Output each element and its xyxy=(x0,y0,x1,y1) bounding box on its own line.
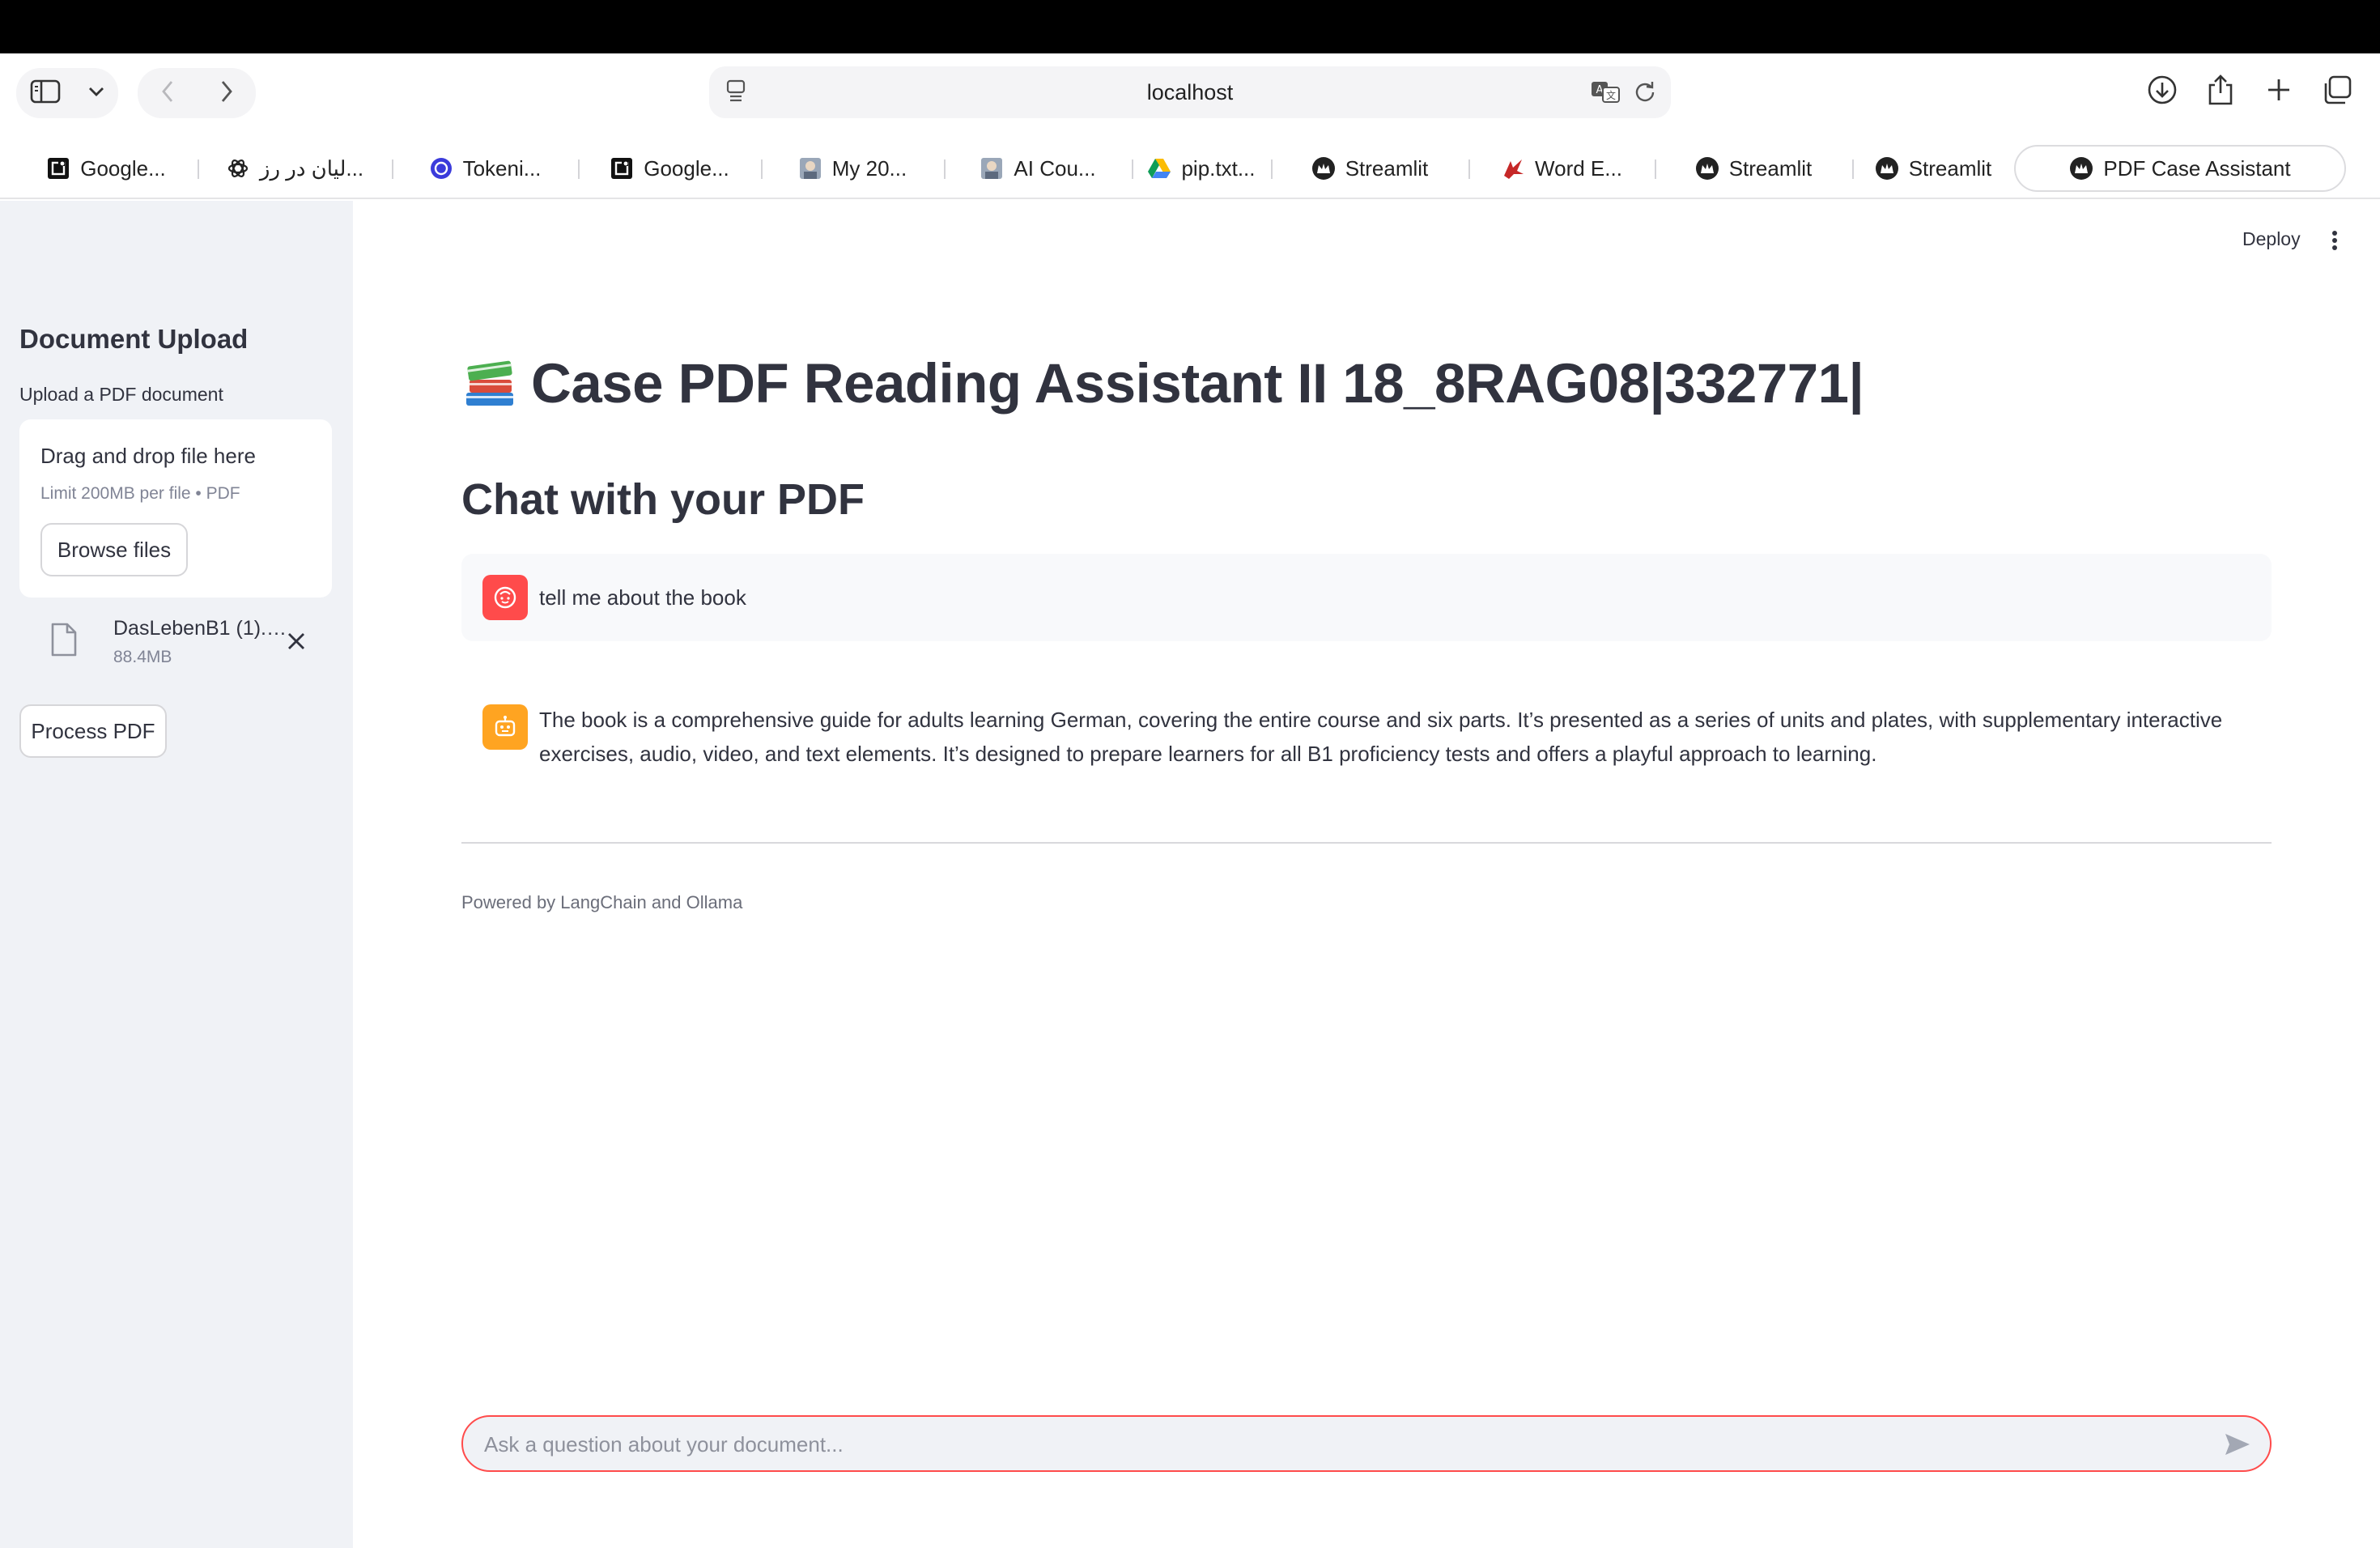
tab-overview-icon[interactable] xyxy=(2318,71,2356,108)
tab-label: Streamlit xyxy=(1728,155,1813,181)
google-drive-favicon-icon xyxy=(1147,156,1171,181)
forward-arrow-icon[interactable] xyxy=(219,79,234,108)
file-dropzone[interactable]: Drag and drop file here Limit 200MB per … xyxy=(19,419,332,598)
browser-tab[interactable]: Google... xyxy=(15,145,198,192)
assistant-message: The book is a comprehensive guide for ad… xyxy=(461,687,2272,792)
assistant-avatar-icon xyxy=(482,704,528,750)
browser-tab[interactable]: Google... xyxy=(578,145,761,192)
image-favicon-icon xyxy=(798,156,822,181)
assistant-message-text: The book is a comprehensive guide for ad… xyxy=(539,708,2223,766)
sidebar-toggle-group[interactable] xyxy=(16,68,118,118)
main-content: Deploy Case PDF Reading Assistant II 18_… xyxy=(353,201,2380,1548)
divider xyxy=(461,842,2272,844)
user-message: tell me about the book xyxy=(461,554,2272,641)
file-name: DasLebenB1 (1).pdf xyxy=(113,617,288,640)
tab-label: لیان در رز... xyxy=(259,155,364,181)
browser-tab[interactable]: Streamlit xyxy=(1655,145,1852,192)
reload-icon[interactable] xyxy=(1634,79,1656,108)
browser-tab[interactable]: Word E... xyxy=(1468,145,1655,192)
tab-label: Google... xyxy=(80,155,166,181)
colab-favicon-icon xyxy=(46,156,70,181)
user-message-text: tell me about the book xyxy=(539,585,746,610)
address-bar[interactable]: localhost A文 xyxy=(709,66,1671,118)
screen-top-bezel xyxy=(0,0,2380,53)
browser-tab[interactable]: pip.txt... xyxy=(1132,145,1271,192)
upload-label: Upload a PDF document xyxy=(19,384,223,405)
browser-right-tools xyxy=(2144,71,2356,108)
page-title-row: Case PDF Reading Assistant II 18_8RAG08|… xyxy=(461,351,1864,415)
tab-active[interactable]: PDF Case Assistant xyxy=(2014,145,2346,192)
streamlit-favicon-icon xyxy=(1695,156,1719,181)
tab-bar: Google... لیان در رز... Tokeni... Google...… xyxy=(0,138,2380,199)
powered-by-footer: Powered by LangChain and Ollama xyxy=(461,892,743,912)
tab-label: AI Cou... xyxy=(1014,155,1096,181)
sidebar-heading: Document Upload xyxy=(19,324,249,354)
books-emoji-icon xyxy=(461,355,518,412)
navigation-buttons xyxy=(138,68,256,118)
tab-label: PDF Case Assistant xyxy=(2103,155,2291,181)
dropzone-title: Drag and drop file here xyxy=(40,444,256,468)
streamlit-favicon-icon xyxy=(2069,156,2093,181)
user-avatar-icon xyxy=(482,575,528,620)
tab-label: My 20... xyxy=(831,155,907,181)
tokenizer-favicon-icon xyxy=(429,156,453,181)
browser-tab[interactable]: Tokeni... xyxy=(392,145,578,192)
colab-favicon-icon xyxy=(610,156,634,181)
tab-label: Streamlit xyxy=(1908,155,1992,181)
streamlit-favicon-icon xyxy=(1875,156,1899,181)
uploaded-file: DasLebenB1 (1).pdf 88.4MB xyxy=(19,606,332,675)
svg-text:文: 文 xyxy=(1606,89,1616,101)
sidebar-icon[interactable] xyxy=(30,79,61,108)
browser-toolbar: localhost A文 xyxy=(0,53,2380,138)
tab-label: Word E... xyxy=(1535,155,1622,181)
close-icon[interactable] xyxy=(283,628,309,654)
chat-input[interactable] xyxy=(484,1425,2200,1464)
tab-label: Tokeni... xyxy=(462,155,542,181)
new-tab-plus-icon[interactable] xyxy=(2260,71,2297,108)
tab-list: Google... لیان در رز... Tokeni... Google...… xyxy=(15,138,2346,199)
file-size: 88.4MB xyxy=(113,648,172,666)
browser-tab[interactable]: Streamlit xyxy=(1271,145,1468,192)
browser-tab[interactable]: My 20... xyxy=(761,145,944,192)
browser-tab[interactable]: AI Cou... xyxy=(944,145,1132,192)
downloads-icon[interactable] xyxy=(2144,71,2181,108)
tab-label: pip.txt... xyxy=(1181,155,1256,181)
dropzone-limit: Limit 200MB per file • PDF xyxy=(40,484,240,503)
chat-input-box[interactable] xyxy=(461,1415,2272,1472)
chevron-down-icon[interactable] xyxy=(87,86,105,101)
translate-icon[interactable]: A文 xyxy=(1590,79,1621,108)
share-icon[interactable] xyxy=(2202,71,2239,108)
page-title: Case PDF Reading Assistant II 18_8RAG08|… xyxy=(531,352,1864,415)
dragon-favicon-icon xyxy=(1501,156,1525,181)
process-pdf-button[interactable]: Process PDF xyxy=(19,704,167,758)
browser-tab[interactable]: Streamlit xyxy=(1852,145,2014,192)
deploy-button[interactable]: Deploy xyxy=(2242,228,2301,250)
back-arrow-icon[interactable] xyxy=(160,79,175,108)
browse-files-button[interactable]: Browse files xyxy=(40,523,188,576)
more-options-icon[interactable] xyxy=(2325,228,2344,253)
image-favicon-icon xyxy=(980,156,1004,181)
send-icon[interactable] xyxy=(2223,1431,2252,1457)
openai-favicon-icon xyxy=(226,156,250,181)
streamlit-favicon-icon xyxy=(1311,156,1336,181)
browser-tab[interactable]: لیان در رز... xyxy=(198,145,392,192)
app-sidebar: Document Upload Upload a PDF document Dr… xyxy=(0,201,353,1548)
tab-label: Streamlit xyxy=(1345,155,1429,181)
url-text[interactable]: localhost xyxy=(709,66,1671,118)
file-icon xyxy=(50,622,78,661)
tab-label: Google... xyxy=(644,155,729,181)
page-subtitle: Chat with your PDF xyxy=(461,475,865,524)
